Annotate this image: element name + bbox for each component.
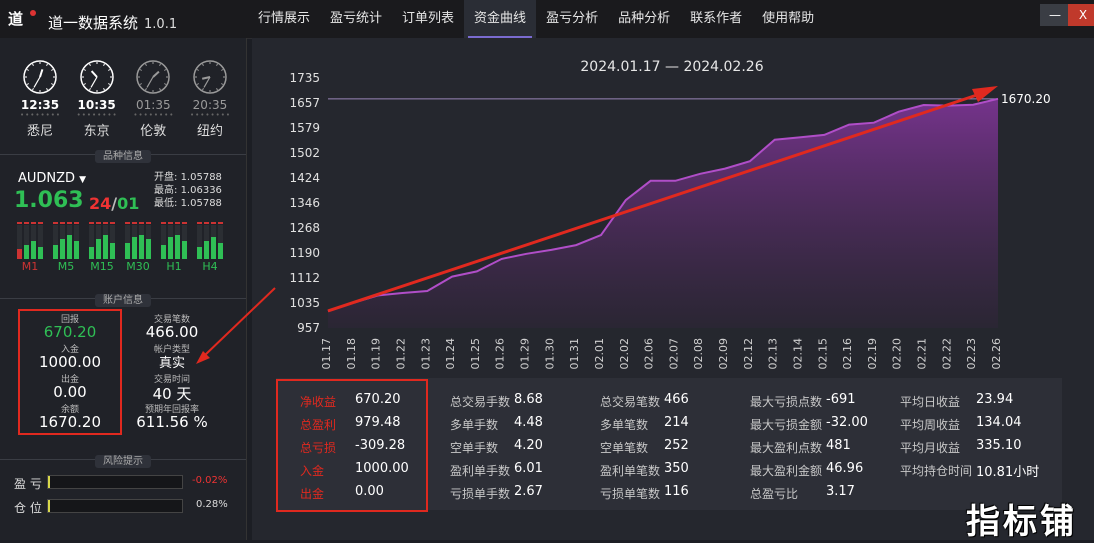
stat-value: 2.67 (514, 484, 543, 499)
stat-label: 平均日收益 (900, 395, 961, 409)
stat-label: 亏损单笔数 (600, 487, 661, 501)
stat-label: 入金 (300, 464, 325, 478)
stat-value: 46.96 (826, 461, 864, 476)
stat-value: 670.20 (355, 392, 401, 407)
stat-label: 总交易手数 (450, 395, 511, 409)
stat-value: -32.00 (826, 415, 868, 430)
stat-value: 134.04 (976, 415, 1022, 430)
stat-value: 10.81小时 (976, 465, 1040, 480)
stat-label: 空单手数 (450, 441, 499, 455)
stat-label: 总盈利 (300, 418, 337, 432)
stat-label: 净收益 (300, 395, 337, 409)
stat-value: 214 (664, 415, 689, 430)
stat-value: 8.68 (514, 392, 543, 407)
stat-label: 平均周收益 (900, 418, 961, 432)
stat-label: 盈利单笔数 (600, 464, 661, 478)
stat-label: 多单笔数 (600, 418, 649, 432)
stat-label: 总亏损 (300, 441, 337, 455)
stat-label: 最大盈利金额 (750, 464, 823, 478)
stat-label: 最大盈利点数 (750, 441, 823, 455)
stat-label: 出金 (300, 487, 325, 501)
stats-highlight-box (276, 379, 428, 512)
stat-label: 亏损单手数 (450, 487, 511, 501)
stat-value: 23.94 (976, 392, 1014, 407)
stat-value: 466 (664, 392, 689, 407)
stat-label: 最大亏损点数 (750, 395, 823, 409)
stat-label: 空单笔数 (600, 441, 649, 455)
stat-value: 6.01 (514, 461, 543, 476)
stat-value: 252 (664, 438, 689, 453)
stat-value: 3.17 (826, 484, 855, 499)
stat-value: 350 (664, 461, 689, 476)
stat-label: 总盈亏比 (750, 487, 799, 501)
stat-value: 335.10 (976, 438, 1022, 453)
stat-label: 平均持仓时间 (900, 464, 973, 478)
stat-value: 4.48 (514, 415, 543, 430)
stat-value: 4.20 (514, 438, 543, 453)
stat-label: 总交易笔数 (600, 395, 661, 409)
stat-label: 多单手数 (450, 418, 499, 432)
stat-value: 0.00 (355, 484, 384, 499)
stat-label: 平均月收益 (900, 441, 961, 455)
stat-value: 979.48 (355, 415, 401, 430)
stat-value: -691 (826, 392, 856, 407)
stat-label: 盈利单手数 (450, 464, 511, 478)
stat-value: 116 (664, 484, 689, 499)
stat-value: 1000.00 (355, 461, 409, 476)
stat-value: 481 (826, 438, 851, 453)
stat-label: 最大亏损金额 (750, 418, 823, 432)
stat-value: -309.28 (355, 438, 406, 453)
watermark: 指标铺 (966, 502, 1077, 542)
